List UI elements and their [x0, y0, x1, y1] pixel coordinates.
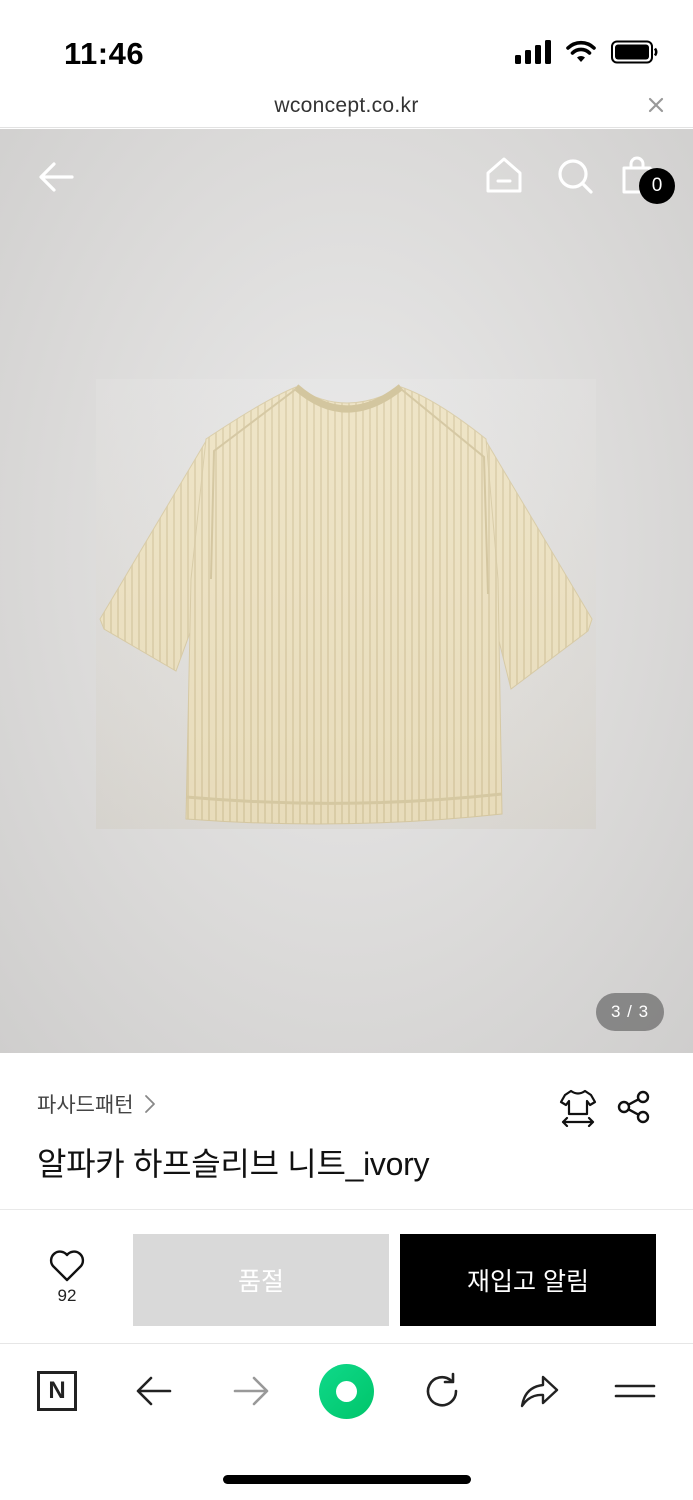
back-icon: [136, 1376, 172, 1406]
purchase-bar: 92 품절 재입고 알림: [0, 1210, 693, 1344]
home-indicator[interactable]: [223, 1475, 471, 1484]
forward-button[interactable]: [227, 1367, 275, 1415]
battery-icon: [611, 40, 658, 64]
soldout-button[interactable]: 품절: [133, 1234, 389, 1326]
menu-icon: [614, 1384, 656, 1398]
status-icons: [515, 40, 659, 64]
address-bar: wconcept.co.kr: [0, 90, 693, 128]
naver-n-label: N: [37, 1371, 77, 1411]
product-title: 알파카 하프슬리브 니트_ivory: [37, 1146, 430, 1182]
close-icon[interactable]: [645, 94, 667, 116]
chevron-right-icon: [144, 1095, 155, 1113]
status-time: 11:46: [64, 36, 145, 71]
share-icon[interactable]: [616, 1089, 652, 1125]
cart-count-badge: 0: [639, 168, 675, 204]
brand-link[interactable]: 파사드패턴: [37, 1089, 156, 1119]
naver-icon[interactable]: N: [33, 1367, 81, 1415]
green-dot-icon[interactable]: [319, 1364, 374, 1419]
search-icon[interactable]: [556, 157, 594, 195]
menu-button[interactable]: [611, 1367, 659, 1415]
product-info: 파사드패턴 알파카 하프슬리브 니트_ivory: [0, 1053, 693, 1210]
product-image-carousel[interactable]: 0 3 / 3: [0, 129, 693, 1053]
brand-name: 파사드패턴: [37, 1094, 134, 1117]
cellular-signal-icon: [515, 40, 551, 64]
forward-icon: [233, 1376, 269, 1406]
sweater-image: [96, 379, 596, 829]
home-icon[interactable]: [484, 155, 524, 195]
reload-icon: [426, 1372, 458, 1407]
like-count: 92: [57, 1286, 77, 1305]
image-counter: 3 / 3: [596, 993, 664, 1031]
status-bar: 11:46: [0, 0, 693, 90]
reload-button[interactable]: [418, 1367, 466, 1415]
share-button[interactable]: [515, 1367, 563, 1415]
back-button[interactable]: [130, 1367, 178, 1415]
url-text[interactable]: wconcept.co.kr: [0, 94, 693, 118]
like-button[interactable]: 92: [40, 1250, 94, 1306]
heart-icon: [49, 1250, 85, 1282]
wifi-icon: [566, 40, 596, 62]
restock-alert-button[interactable]: 재입고 알림: [400, 1234, 656, 1326]
size-guide-icon[interactable]: [558, 1087, 598, 1127]
back-arrow-icon[interactable]: [36, 157, 76, 197]
share-icon: [520, 1375, 559, 1408]
